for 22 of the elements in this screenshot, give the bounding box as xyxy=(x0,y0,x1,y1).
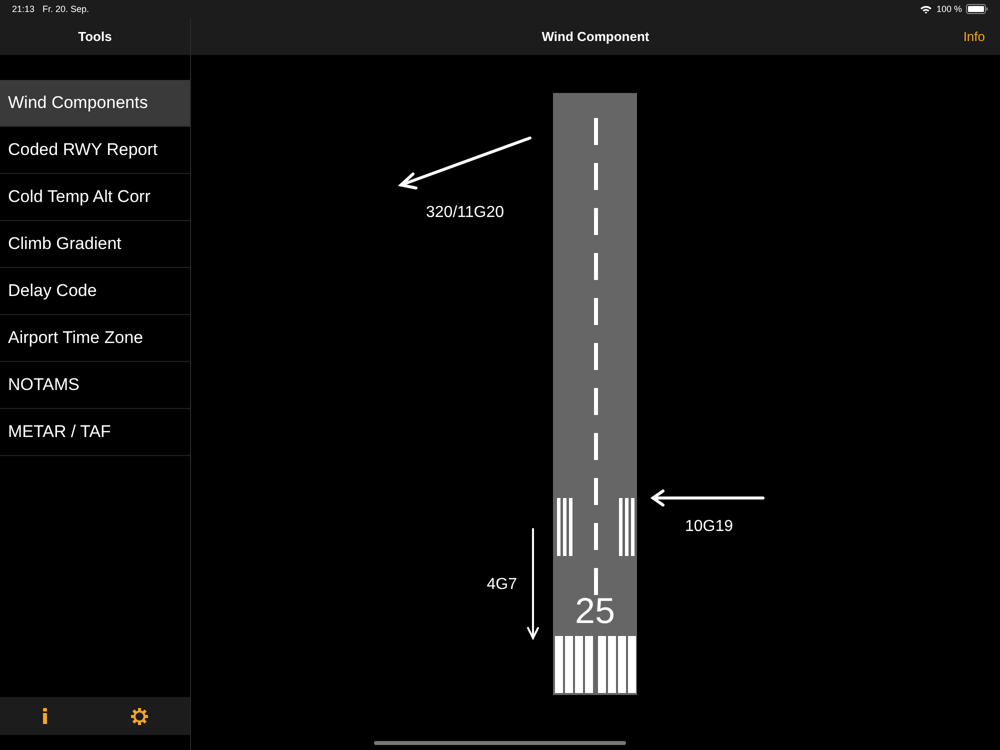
sidebar-title: Tools xyxy=(78,29,112,44)
status-time: 21:13 xyxy=(12,4,35,14)
wifi-icon xyxy=(920,4,932,14)
battery-percentage: 100 % xyxy=(936,4,962,14)
sidebar-item[interactable]: Coded RWY Report xyxy=(0,127,190,174)
headwind-label: 4G7 xyxy=(486,576,517,593)
info-icon[interactable] xyxy=(42,708,48,724)
sidebar-item[interactable]: Delay Code xyxy=(0,268,190,315)
crosswind-label: 10G19 xyxy=(684,518,734,535)
sidebar-item[interactable]: Wind Components xyxy=(0,80,190,127)
sidebar-item[interactable]: Cold Temp Alt Corr xyxy=(0,174,190,221)
battery-icon xyxy=(966,4,988,14)
info-button[interactable]: Info xyxy=(963,29,985,44)
sidebar-item[interactable]: Climb Gradient xyxy=(0,221,190,268)
wind-label: 320/11G20 xyxy=(426,204,504,221)
sidebar-item[interactable]: METAR / TAF xyxy=(0,409,190,456)
status-date: Fr. 20. Sep. xyxy=(42,4,90,14)
settings-icon[interactable] xyxy=(131,708,148,724)
sidebar-item[interactable]: NOTAMS xyxy=(0,362,190,409)
runway-number: 25 xyxy=(574,590,616,631)
page-title: Wind Component xyxy=(542,29,650,44)
sidebar-item[interactable]: Airport Time Zone xyxy=(0,315,190,362)
